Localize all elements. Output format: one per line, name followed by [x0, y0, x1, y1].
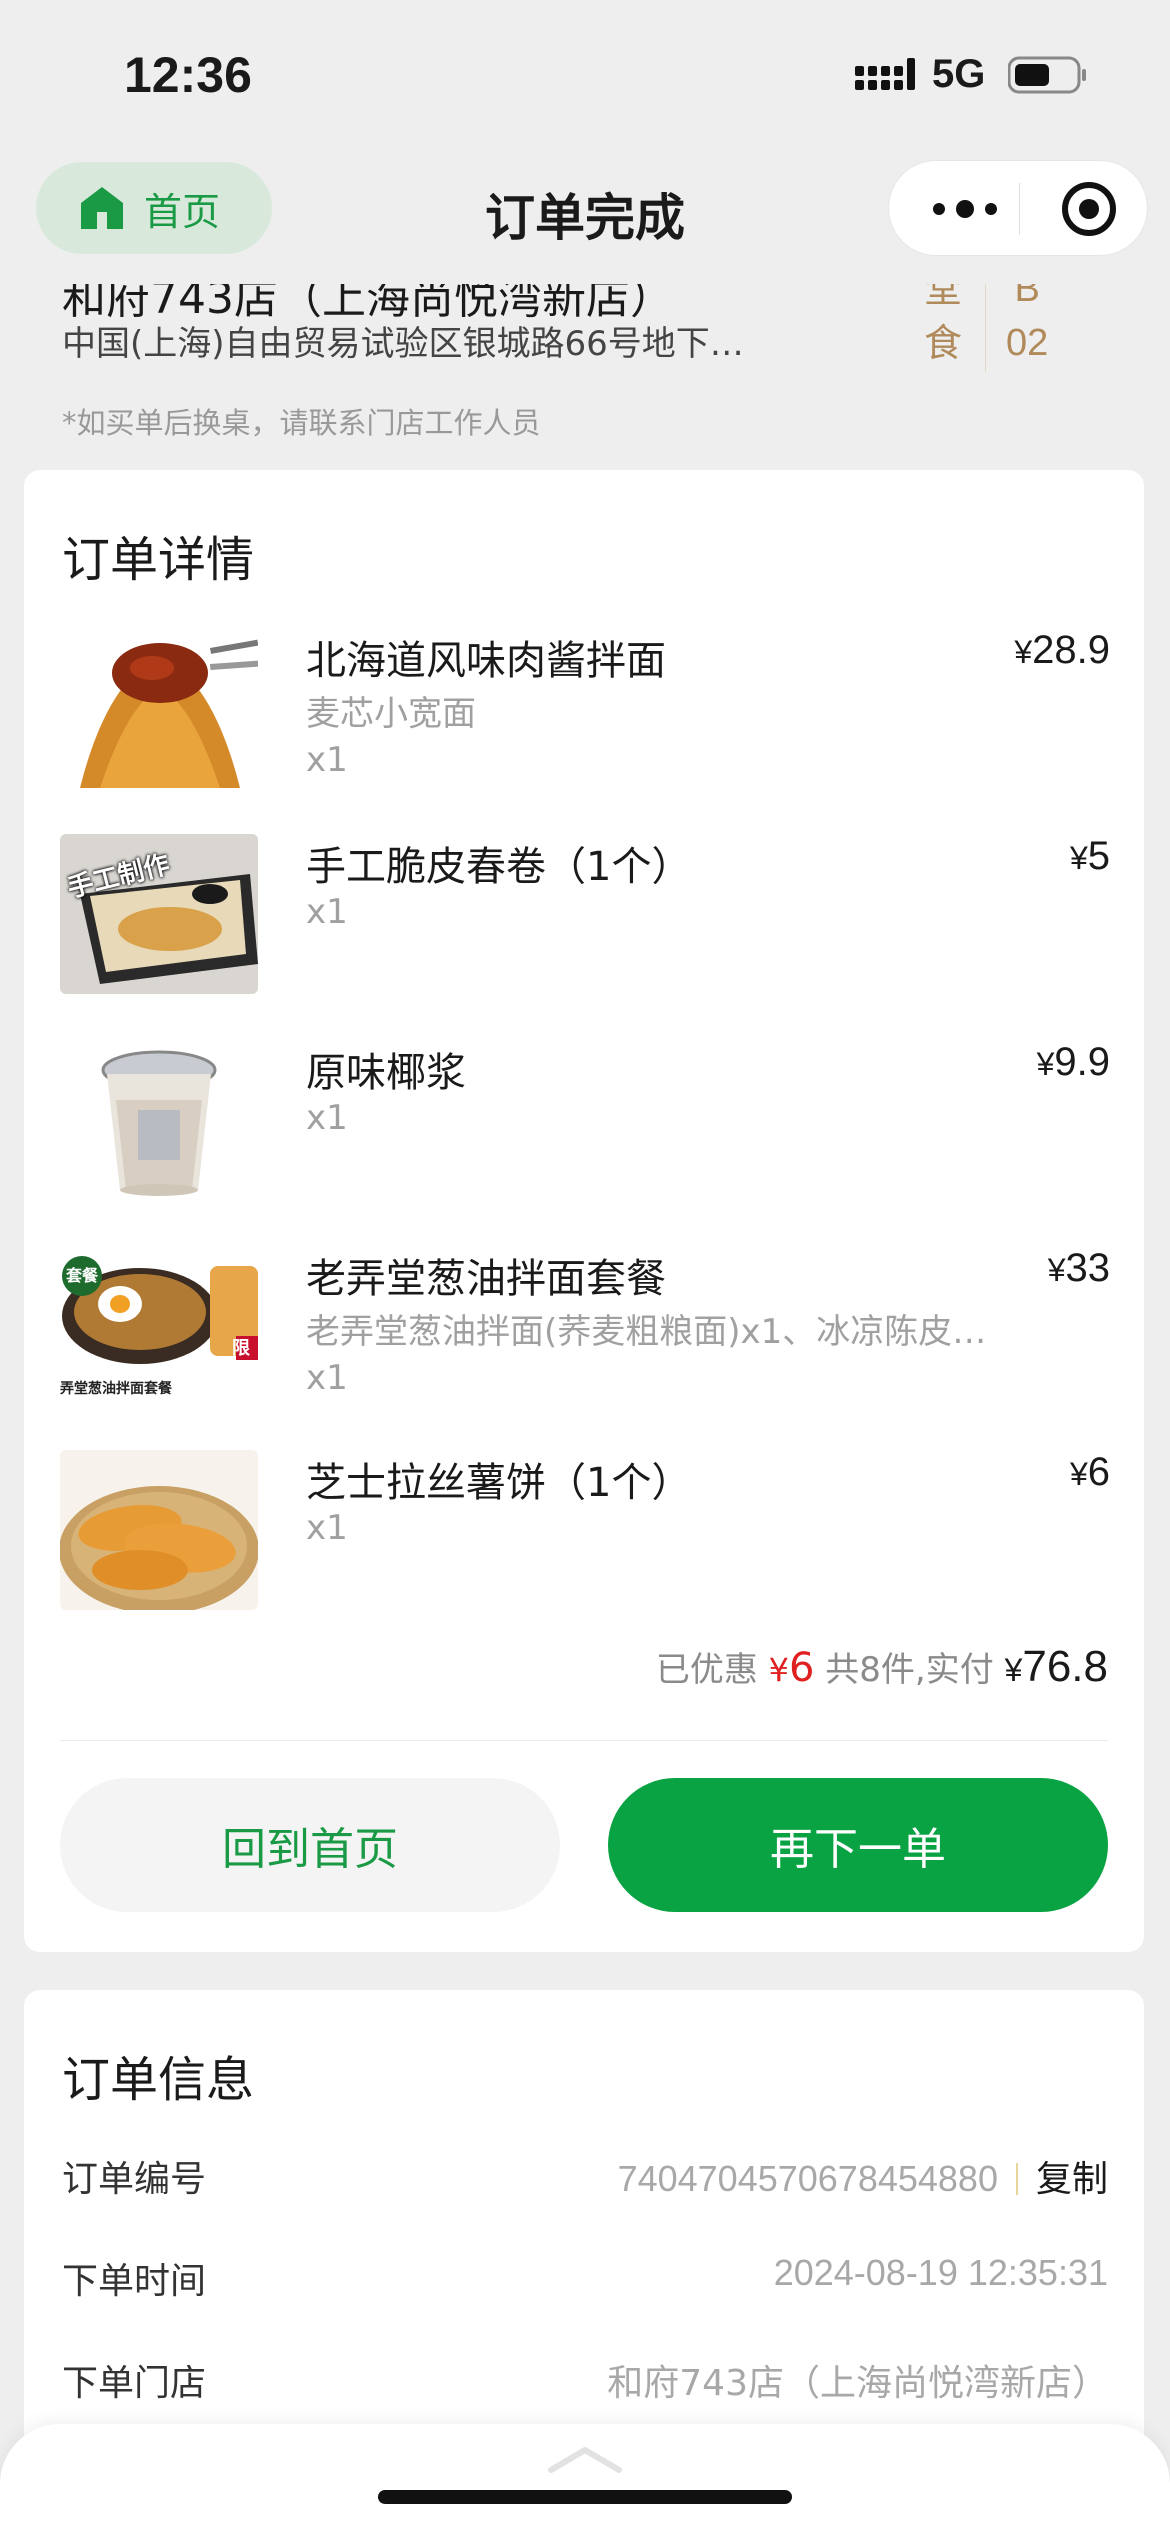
battery-icon — [1008, 56, 1086, 94]
item-name: 北海道风味肉酱拌面 — [306, 638, 666, 684]
item-thumbnail — [60, 1450, 258, 1610]
item-qty: x1 — [306, 1508, 348, 1548]
info-row-store: 下单门店 和府743店（上海尚悦湾新店） — [62, 2354, 1108, 2414]
hash-brown-image — [60, 1450, 258, 1610]
navbar-overlap — [0, 262, 1170, 284]
order-store: 和府743店（上海尚悦湾新店） — [607, 2363, 1108, 2404]
info-value: 7404704570678454880 复制 — [618, 2150, 1108, 2202]
bottom-sheet[interactable] — [0, 2424, 1170, 2532]
store-address: 中国(上海)自由贸易试验区银城路66号地下… — [62, 324, 744, 364]
count-label: 共8件,实付 — [825, 1650, 994, 1690]
reorder-button[interactable]: 再下一单 — [608, 1778, 1108, 1912]
item-option: 麦芯小宽面 — [306, 694, 476, 734]
thumb-caption: 弄堂葱油拌面套餐 — [60, 1381, 172, 1397]
table-number: 02 — [1006, 322, 1049, 364]
info-row-order-number: 订单编号 7404704570678454880 复制 — [62, 2150, 1108, 2210]
network-type: 5G — [932, 52, 986, 96]
order-time: 2024-08-19 12:35:31 — [773, 2252, 1108, 2293]
info-key: 下单时间 — [62, 2261, 207, 2302]
copy-divider — [1015, 2163, 1018, 2195]
item-price: ¥9.9 — [1036, 1040, 1110, 1084]
order-info-title: 订单信息 — [62, 2052, 255, 2108]
item-name: 手工脆皮春卷（1个） — [306, 844, 692, 890]
limited-badge: 限 — [232, 1338, 250, 1359]
order-number: 7404704570678454880 — [617, 2158, 998, 2199]
item-thumbnail — [60, 628, 258, 788]
item-qty: x1 — [306, 1098, 348, 1138]
discount-amount: ¥6 — [768, 1645, 815, 1691]
order-details-card: 订单详情 北海道风味肉酱拌面 ¥28.9 麦芯小宽面 x1 手工制作 手工脆皮春… — [24, 470, 1144, 1952]
info-key: 下单门店 — [62, 2363, 207, 2404]
order-details-title: 订单详情 — [62, 532, 255, 588]
order-summary: 已优惠 ¥6 共8件,实付 ¥76.8 — [656, 1642, 1108, 1692]
item-option: 老弄堂葱油拌面(荞麦粗粮面)x1、冰凉陈皮… — [306, 1312, 987, 1352]
item-thumbnail — [60, 1040, 258, 1200]
coconut-milk-image — [60, 1040, 258, 1200]
item-qty: x1 — [306, 892, 348, 932]
item-name: 芝士拉丝薯饼（1个） — [306, 1460, 692, 1506]
info-key: 订单编号 — [62, 2159, 207, 2200]
item-name: 原味椰浆 — [306, 1050, 466, 1096]
item-name: 老弄堂葱油拌面套餐 — [306, 1256, 666, 1302]
item-price: ¥6 — [1069, 1450, 1110, 1494]
discount-label: 已优惠 — [655, 1650, 758, 1690]
set-badge: 套餐 — [62, 1256, 102, 1296]
total-amount: ¥76.8 — [1004, 1642, 1108, 1691]
item-price: ¥28.9 — [1014, 628, 1110, 672]
back-home-button[interactable]: 回到首页 — [60, 1778, 560, 1912]
order-item[interactable]: 北海道风味肉酱拌面 ¥28.9 麦芯小宽面 x1 — [60, 628, 1110, 788]
summary-divider — [60, 1740, 1108, 1741]
item-thumbnail: 手工制作 — [60, 834, 258, 994]
status-time: 12:36 — [124, 47, 252, 103]
item-thumbnail: 套餐 限 弄堂葱油拌面套餐 — [60, 1246, 258, 1406]
store-note: *如买单后换桌，请联系门店工作人员 — [62, 406, 541, 440]
status-bar: 12:36 5G — [0, 0, 1170, 150]
order-item[interactable]: 芝士拉丝薯饼（1个） ¥6 x1 — [60, 1450, 1110, 1610]
item-price: ¥5 — [1069, 834, 1110, 878]
dine-in-tag-line2: 食 — [924, 321, 963, 365]
item-qty: x1 — [306, 1358, 348, 1398]
signal-icon — [855, 58, 915, 90]
order-item[interactable]: 手工制作 手工脆皮春卷（1个） ¥5 x1 — [60, 834, 1110, 994]
order-item[interactable]: 套餐 限 弄堂葱油拌面套餐 老弄堂葱油拌面套餐 ¥33 老弄堂葱油拌面(荞麦粗粮… — [60, 1246, 1110, 1406]
item-price: ¥33 — [1047, 1246, 1110, 1290]
navbar-bg — [0, 150, 1170, 262]
noodle-image — [60, 628, 258, 788]
order-item[interactable]: 原味椰浆 ¥9.9 x1 — [60, 1040, 1110, 1200]
store-header: 和府743店（上海尚悦湾新店） 中国(上海)自由贸易试验区银城路66号地下… *… — [0, 262, 1170, 452]
info-row-order-time: 下单时间 2024-08-19 12:35:31 — [62, 2252, 1108, 2312]
copy-button[interactable]: 复制 — [1036, 2159, 1108, 2200]
item-qty: x1 — [306, 740, 348, 780]
home-indicator — [378, 2490, 792, 2504]
chevron-up-icon[interactable] — [545, 2444, 625, 2474]
